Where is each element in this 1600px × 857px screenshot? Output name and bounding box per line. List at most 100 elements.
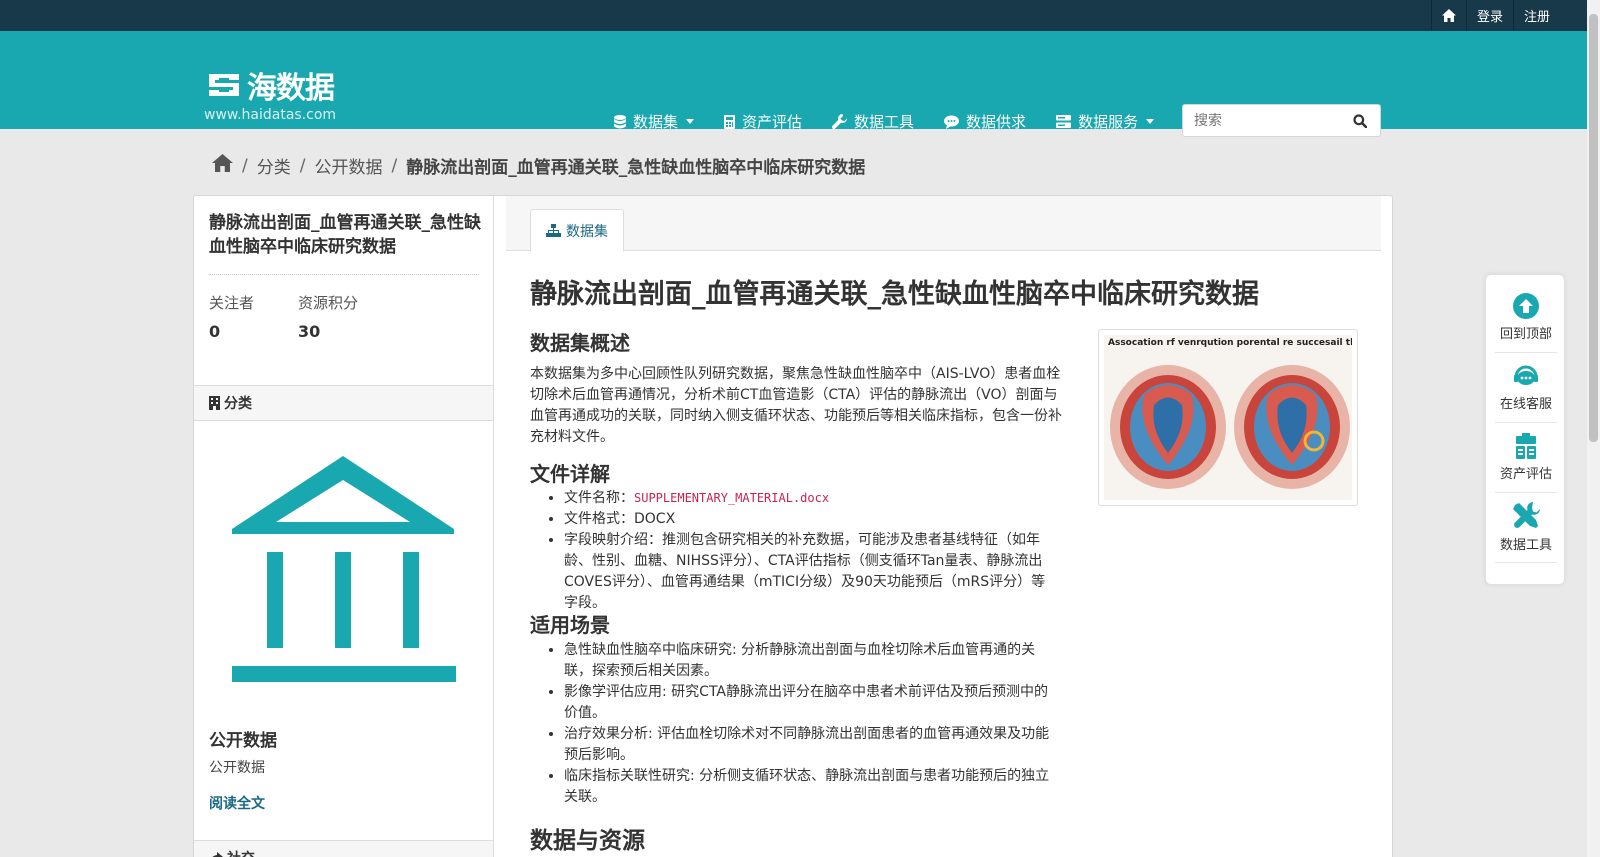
home-icon [212, 154, 233, 172]
scenarios-list: 急性缺血性脑卒中临床研究: 分析静脉流出剖面与血栓切除术后血管再通的关联，探索预… [548, 640, 1058, 808]
divider [209, 274, 479, 275]
brand-name: 海数据 [247, 71, 335, 106]
tab-dataset[interactable]: 数据集 [530, 209, 624, 252]
home-icon [1441, 9, 1456, 22]
site-logo[interactable]: 海数据 [205, 63, 335, 107]
resources-heading: 数据与资源 [530, 828, 645, 854]
main-nav: 数据集 资产评估 数据工具 数据供求 数据服务 [614, 111, 1184, 132]
overview-heading: 数据集概述 [530, 331, 630, 355]
organization-description: 公开数据 [209, 760, 265, 776]
dataset-title: 静脉流出剖面_血管再通关联_急性缺血性脑卒中临床研究数据 [209, 213, 481, 257]
site-url: www.haidatas.com [204, 107, 337, 123]
category-section-header: 分类 [194, 385, 493, 421]
back-to-top-button[interactable]: 回到顶部 [1495, 283, 1557, 353]
asset-eval-button[interactable]: 资产评估 [1495, 423, 1557, 493]
points-label: 资源积分 [298, 294, 359, 312]
list-item: 临床指标关联性研究: 分析侧支循环状态、静脉流出剖面与患者功能预后的独立关联。 [564, 766, 1058, 808]
login-link[interactable]: 登录 [1465, 0, 1513, 31]
institution-icon[interactable] [230, 456, 456, 682]
search-button[interactable] [1340, 105, 1380, 136]
list-item: 影像学评估应用: 研究CTA静脉流出评分在脑卒中患者术前评估及预后预测中的价值。 [564, 682, 1058, 724]
wrench-icon [832, 114, 848, 129]
file-name: SUPPLEMENTARY_MATERIAL.docx [634, 491, 830, 505]
register-link[interactable]: 注册 [1512, 0, 1560, 31]
comment-icon [944, 115, 960, 129]
illustration: Assocation rf venrqution porental re suc… [1104, 335, 1352, 500]
home-link[interactable] [1430, 0, 1466, 31]
list-item: 治疗效果分析: 评估血栓切除术对不同静脉流出剖面患者的血管再通效果及功能预后影响… [564, 724, 1058, 766]
file-details-heading: 文件详解 [530, 462, 610, 486]
nav-data-tools[interactable]: 数据工具 [832, 111, 914, 132]
breadcrumb-separator: / [242, 155, 248, 176]
nav-data-service[interactable]: 数据服务 [1056, 111, 1155, 132]
asset-eval-label: 资产评估 [1499, 467, 1552, 482]
nav-data-demand-label: 数据供求 [966, 113, 1027, 131]
server-icon [1056, 115, 1072, 128]
breadcrumb-home[interactable] [212, 154, 233, 177]
list-item: 字段映射介绍：推测包含研究相关的补充数据，可能涉及患者基线特征（如年龄、性别、血… [564, 530, 1058, 614]
back-to-top-label: 回到顶部 [1499, 327, 1552, 342]
search-icon [1353, 113, 1367, 128]
sidebar: 静脉流出剖面_血管再通关联_急性缺血性脑卒中临床研究数据 关注者 0 资源积分 … [194, 196, 494, 857]
top-bar: 登录 注册 [0, 0, 1600, 31]
list-item: 文件格式：DOCX [564, 509, 1058, 530]
social-section-title: 社交 [227, 848, 255, 857]
list-item: 文件名称：SUPPLEMENTARY_MATERIAL.docx [564, 488, 1058, 509]
sitemap-icon [546, 224, 561, 237]
masthead: 海数据 www.haidatas.com 数据集 资产评估 数据工具 数据供求 … [0, 31, 1600, 137]
breadcrumb-public-data[interactable]: 公开数据 [314, 153, 382, 178]
followers-label: 关注者 [209, 294, 255, 312]
tab-dataset-label: 数据集 [566, 223, 608, 240]
nav-data-demand[interactable]: 数据供求 [944, 111, 1026, 132]
nav-asset-eval-label: 资产评估 [742, 113, 803, 131]
content-area: 数据集 静脉流出剖面_血管再通关联_急性缺血性脑卒中临床研究数据 数据集概述 本… [494, 196, 1393, 857]
category-section-title: 分类 [224, 396, 252, 412]
breadcrumb-separator: / [391, 155, 398, 176]
nav-data-service-label: 数据服务 [1078, 113, 1139, 131]
page-scrollbar[interactable] [1587, 0, 1600, 857]
read-more-link[interactable]: 阅读全文 [209, 793, 265, 813]
overview-text: 本数据集为多中心回顾性队列研究数据，聚焦急性缺血性脑卒中（AIS-LVO）患者血… [530, 366, 1062, 445]
social-section-header: 社交 [194, 840, 493, 857]
search-box [1182, 104, 1381, 137]
building-icon [209, 396, 220, 410]
data-tools-label: 数据工具 [1499, 538, 1552, 553]
chevron-down-icon [686, 119, 695, 124]
headset-icon [1514, 365, 1538, 385]
dataset-image[interactable]: Assocation rf venrqution porental re suc… [1098, 329, 1358, 506]
tab-bar: 数据集 [506, 196, 1381, 252]
arrow-up-circle-icon [1513, 293, 1539, 319]
main-panel: 静脉流出剖面_血管再通关联_急性缺血性脑卒中临床研究数据 关注者 0 资源积分 … [193, 195, 1393, 857]
followers-stat: 关注者 0 [209, 292, 254, 341]
share-icon [211, 851, 223, 857]
nav-asset-eval[interactable]: 资产评估 [724, 111, 802, 132]
points-stat: 资源积分 30 [298, 292, 358, 341]
online-service-label: 在线客服 [1499, 397, 1552, 412]
search-input[interactable] [1183, 105, 1340, 136]
file-details-list: 文件名称：SUPPLEMENTARY_MATERIAL.docx 文件格式：DO… [548, 488, 1058, 614]
data-tools-button[interactable]: 数据工具 [1495, 493, 1557, 563]
online-service-button[interactable]: 在线客服 [1495, 353, 1557, 423]
page-title: 静脉流出剖面_血管再通关联_急性缺血性脑卒中临床研究数据 [530, 279, 1259, 310]
logo-mark-icon [209, 74, 239, 96]
clipboard-icon [1516, 433, 1536, 459]
file-name-label: 文件名称： [564, 490, 634, 506]
database-icon [614, 114, 626, 128]
points-value: 30 [298, 322, 321, 341]
chevron-down-icon [1146, 119, 1155, 124]
breadcrumb-current[interactable]: 静脉流出剖面_血管再通关联_急性缺血性脑卒中临床研究数据 [406, 153, 865, 178]
vessel-illustration [1110, 365, 1350, 489]
scrollbar-thumb[interactable] [1589, 14, 1598, 442]
nav-datasets-label: 数据集 [633, 113, 679, 131]
nav-data-tools-label: 数据工具 [854, 113, 915, 131]
scenarios-heading: 适用场景 [530, 613, 610, 637]
list-item: 急性缺血性脑卒中临床研究: 分析静脉流出剖面与血栓切除术后血管再通的关联，探索预… [564, 640, 1058, 682]
nav-datasets[interactable]: 数据集 [614, 111, 695, 132]
floating-toolbar: 回到顶部 在线客服 资产评估 数据工具 [1485, 274, 1565, 585]
organization-name: 公开数据 [209, 731, 277, 751]
tools-icon [1513, 502, 1540, 528]
breadcrumb-category[interactable]: 分类 [257, 153, 291, 178]
breadcrumb: / 分类 / 公开数据 / 静脉流出剖面_血管再通关联_急性缺血性脑卒中临床研究… [212, 153, 865, 178]
account-links: 登录 注册 [1430, 0, 1560, 31]
breadcrumb-separator: / [299, 155, 306, 176]
